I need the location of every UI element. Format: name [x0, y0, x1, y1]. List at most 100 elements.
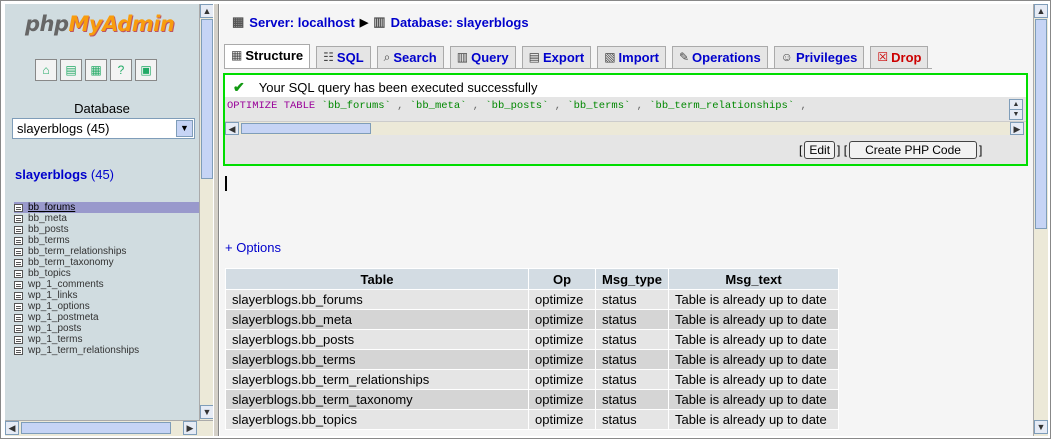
nav-table-item[interactable]: bb_forums [14, 202, 199, 213]
text-cursor [225, 176, 227, 191]
create-php-code-button[interactable]: Create PHP Code [849, 141, 978, 159]
table-icon[interactable] [14, 324, 23, 333]
nav-table-item[interactable]: wp_1_term_relationships [14, 345, 199, 356]
bracket-open: [ [799, 143, 803, 157]
sql-table-identifier: `bb_meta` [409, 100, 467, 112]
tab-structure[interactable]: ▦ Structure [224, 44, 311, 68]
table-icon[interactable] [14, 346, 23, 355]
nav-table-item[interactable]: wp_1_options [14, 301, 199, 312]
nav-table-label: bb_term_taxonomy [28, 257, 114, 268]
nav-horizontal-scrollbar[interactable]: ◀ ▶ [5, 420, 213, 436]
tab-label: Operations [692, 50, 761, 65]
nav-table-item[interactable]: bb_topics [14, 268, 199, 279]
table-icon[interactable] [14, 225, 23, 234]
tab-sql[interactable]: ☷ SQL [316, 46, 371, 68]
table-cell: optimize [528, 369, 596, 390]
nav-table-item[interactable]: bb_term_relationships [14, 246, 199, 257]
nav-table-item[interactable]: bb_posts [14, 224, 199, 235]
table-cell: Table is already up to date [668, 389, 839, 410]
sql-icon[interactable]: ▦ [85, 59, 107, 81]
docs-icon[interactable]: ? [110, 59, 132, 81]
scroll-down-icon[interactable]: ▼ [200, 405, 214, 419]
main-vertical-scrollbar[interactable]: ▲ ▼ [1033, 4, 1048, 436]
nav-table-label: bb_posts [28, 224, 69, 235]
table-icon[interactable] [14, 313, 23, 322]
sql-horizontal-scrollbar[interactable]: ◀ ▶ [225, 121, 1026, 135]
sql-table-identifier: `bb_posts` [485, 100, 549, 112]
table-cell: optimize [528, 309, 596, 330]
table-icon[interactable] [14, 203, 23, 212]
database-icon: ▥ [373, 14, 386, 29]
scroll-left-icon[interactable]: ◀ [225, 122, 239, 135]
scroll-right-icon[interactable]: ▶ [1010, 122, 1024, 135]
import-icon: ▧ [604, 50, 616, 64]
nav-vertical-scrollbar[interactable]: ▲ ▼ [199, 4, 214, 420]
tab-query[interactable]: ▥ Query [449, 46, 516, 68]
scroll-right-icon[interactable]: ▶ [183, 421, 197, 435]
table-icon[interactable] [14, 302, 23, 311]
nav-database-title[interactable]: slayerblogs (45) [15, 167, 114, 182]
nav-hscroll-thumb[interactable] [21, 422, 171, 434]
table-icon[interactable] [14, 335, 23, 344]
tab-bar: ▦ Structure ☷ SQL ⌕ Search ▥ Query ▤ Export ▧ Impor… [224, 44, 933, 69]
nav-table-item[interactable]: wp_1_links [14, 290, 199, 301]
phpmyadmin-logo[interactable]: phpMyAdmin [25, 12, 175, 36]
success-message: ✔ Your SQL query has been executed succe… [225, 75, 1026, 97]
sql-icon: ☷ [323, 50, 334, 64]
success-text: Your SQL query has been executed success… [258, 80, 538, 95]
tab-search[interactable]: ⌕ Search [376, 46, 444, 68]
tab-import[interactable]: ▧ Import [597, 46, 666, 68]
scroll-down-icon[interactable]: ▼ [1009, 109, 1023, 120]
scroll-left-icon[interactable]: ◀ [5, 421, 19, 435]
nav-table-label: wp_1_options [28, 301, 90, 312]
table-cell: slayerblogs.bb_meta [225, 309, 529, 330]
nav-table-label: wp_1_terms [28, 334, 83, 345]
nav-table-item[interactable]: bb_term_taxonomy [14, 257, 199, 268]
nav-table-item[interactable]: wp_1_posts [14, 323, 199, 334]
breadcrumb-database[interactable]: Database: slayerblogs [391, 15, 529, 30]
table-icon[interactable] [14, 291, 23, 300]
breadcrumb-server[interactable]: Server: localhost [249, 15, 355, 30]
nav-table-item[interactable]: bb_meta [14, 213, 199, 224]
tab-drop[interactable]: ☒ Drop [870, 46, 929, 68]
scroll-down-icon[interactable]: ▼ [1034, 420, 1048, 434]
frame-splitter[interactable] [213, 4, 219, 436]
nav-table-item[interactable]: bb_terms [14, 235, 199, 246]
breadcrumb: ▦ Server: localhost ▶ ▥ Database: slayer… [232, 14, 529, 30]
table-icon[interactable] [14, 236, 23, 245]
main-scroll-thumb[interactable] [1035, 19, 1047, 229]
table-icon[interactable] [14, 247, 23, 256]
table-icon[interactable] [14, 214, 23, 223]
tab-label: Drop [891, 50, 922, 65]
nav-table-item[interactable]: wp_1_terms [14, 334, 199, 345]
tab-privileges[interactable]: ☺ Privileges [773, 46, 865, 68]
database-select[interactable]: slayerblogs (45) ▼ [12, 118, 195, 139]
options-link[interactable]: + Options [225, 240, 281, 255]
results-body: slayerblogs.bb_forums optimize status Table… [225, 289, 839, 430]
scroll-up-icon[interactable]: ▲ [1034, 4, 1048, 18]
table-icon[interactable] [14, 280, 23, 289]
sql-vertical-scrollbar[interactable]: ▲ ▼ [1009, 99, 1025, 120]
table-icon[interactable] [14, 269, 23, 278]
sql-hscroll-thumb[interactable] [241, 123, 371, 134]
sql-doc-icon[interactable]: ▣ [135, 59, 157, 81]
edit-button[interactable]: Edit [804, 141, 836, 159]
table-cell: optimize [528, 349, 596, 370]
home-icon[interactable]: ⌂ [35, 59, 57, 81]
nav-scroll-thumb[interactable] [201, 19, 213, 179]
chevron-down-icon[interactable]: ▼ [176, 120, 193, 137]
table-cell: status [595, 329, 669, 350]
tab-export[interactable]: ▤ Export [521, 46, 592, 68]
nav-table-label: bb_meta [28, 213, 67, 224]
sql-query-text: OPTIMIZE TABLE `bb_forums` , `bb_meta` ,… [227, 100, 807, 112]
table-icon[interactable] [14, 258, 23, 267]
nav-table-item[interactable]: wp_1_comments [14, 279, 199, 290]
scroll-up-icon[interactable]: ▲ [200, 4, 214, 18]
nav-table-item[interactable]: wp_1_postmeta [14, 312, 199, 323]
navigation-frame: phpMyAdmin ⌂ ▤ ▦ ? ▣ Database slayerblog… [5, 4, 199, 420]
tab-operations[interactable]: ✎ Operations [671, 46, 768, 68]
nav-table-label: bb_terms [28, 235, 70, 246]
query-window-icon[interactable]: ▤ [60, 59, 82, 81]
table-cell: optimize [528, 329, 596, 350]
table-cell: status [595, 289, 669, 310]
